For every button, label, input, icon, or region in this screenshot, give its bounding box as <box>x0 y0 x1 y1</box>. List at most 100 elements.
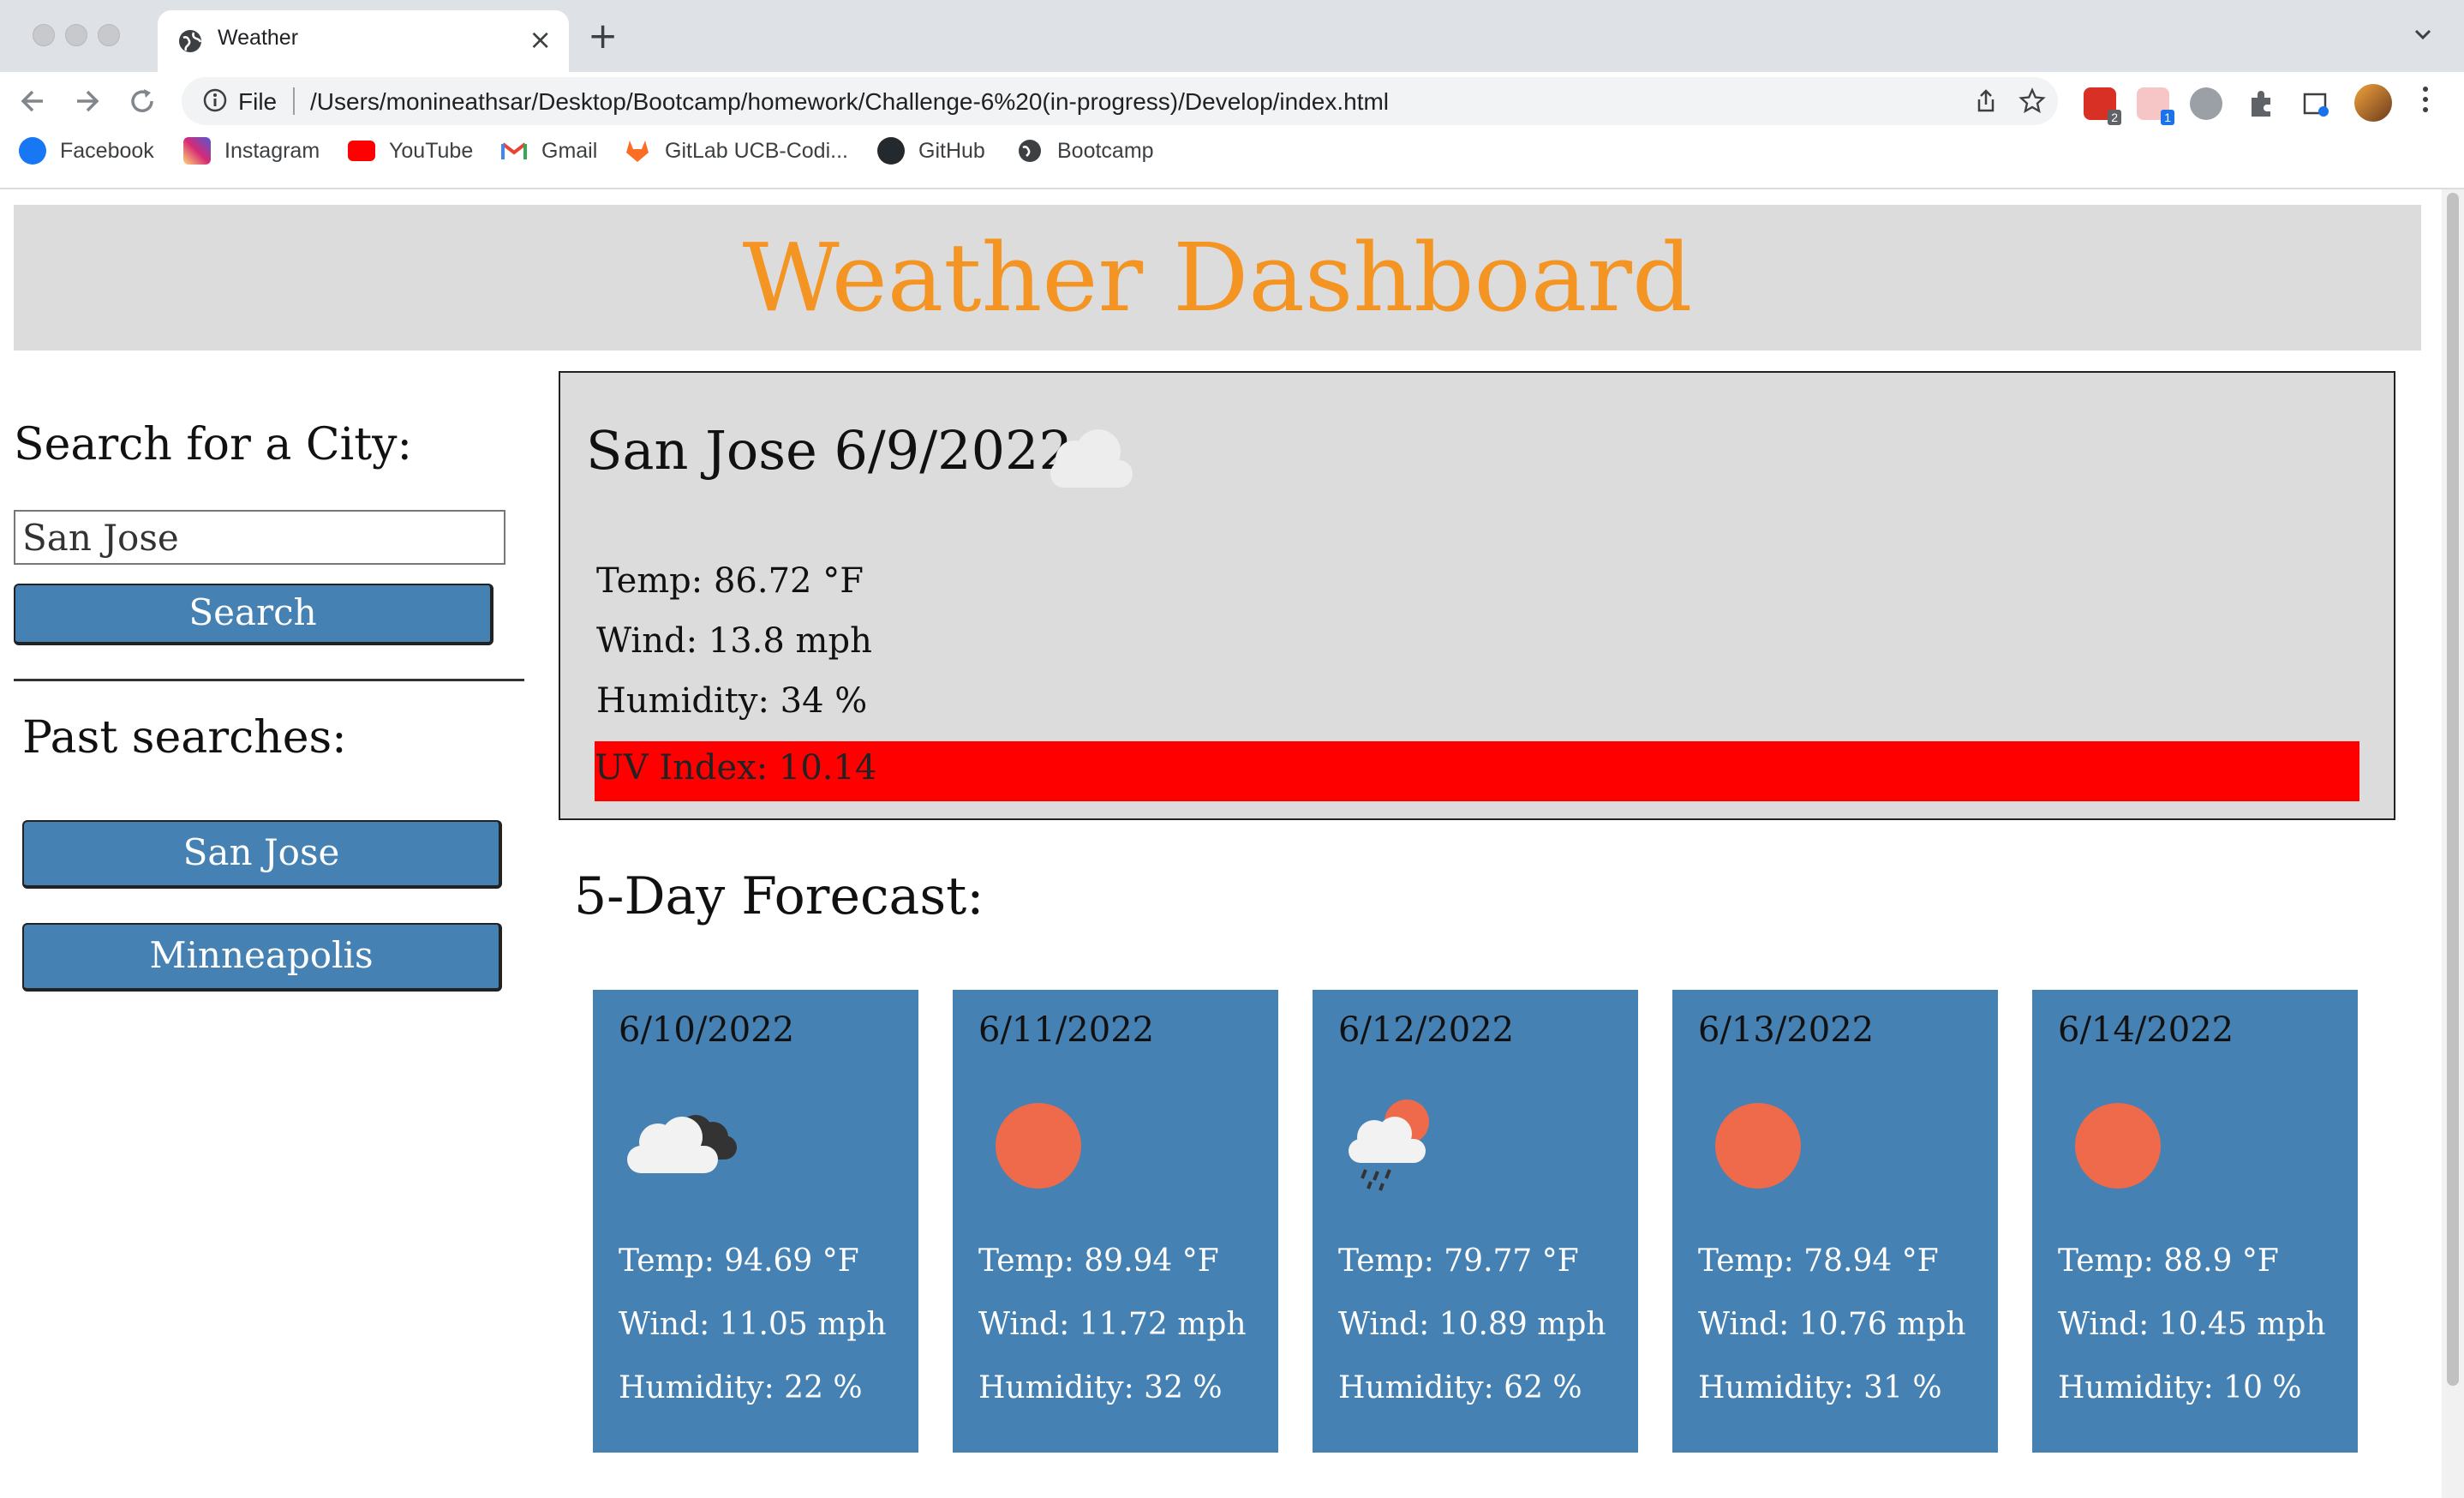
tab-search-chevron-icon[interactable] <box>2411 22 2435 46</box>
bookmark-gmail[interactable]: Gmail <box>500 135 597 166</box>
forecast-temp: Temp: 88.9 °F <box>2058 1243 2279 1279</box>
bookmark-label: GitHub <box>918 138 985 163</box>
bookmarks-bar: Facebook Instagram YouTube Gmail GitLab … <box>0 127 2464 175</box>
forecast-humidity: Humidity: 31 % <box>1698 1370 1942 1405</box>
extension-reel-icon[interactable] <box>2190 87 2222 120</box>
forecast-humidity: Humidity: 32 % <box>978 1370 1223 1405</box>
bookmark-youtube[interactable]: YouTube <box>348 135 473 166</box>
reading-list-icon[interactable] <box>2300 87 2332 120</box>
forecast-card: 6/12/2022 Temp: 79.77 °F Wind: 10.89 mph… <box>1313 990 1638 1453</box>
url-text[interactable]: /Users/monineathsar/Desktop/Bootcamp/hom… <box>310 88 1389 116</box>
forecast-wind: Wind: 10.89 mph <box>1338 1307 1606 1342</box>
extensions-puzzle-icon[interactable] <box>2245 87 2277 120</box>
forecast-wind: Wind: 10.76 mph <box>1698 1307 1966 1342</box>
bookmark-instagram[interactable]: Instagram <box>183 135 320 166</box>
file-scheme-label: File <box>238 88 278 115</box>
browser-toolbar: File /Users/monineathsar/Desktop/Bootcam… <box>0 72 2464 201</box>
back-icon[interactable] <box>17 84 48 118</box>
forecast-humidity: Humidity: 10 % <box>2058 1370 2302 1405</box>
current-weather-panel: San Jose 6/9/2022 Temp: 86.72 °F Wind: 1… <box>559 371 2395 820</box>
tab-weather[interactable]: Weather × <box>158 10 569 72</box>
youtube-icon <box>348 141 375 161</box>
current-temp: Temp: 86.72 °F <box>596 561 864 601</box>
page-viewport: Weather Dashboard Search for a City: Sea… <box>0 189 2442 1498</box>
menu-kebab-icon[interactable] <box>2421 84 2430 115</box>
bookmark-label: Facebook <box>60 138 154 163</box>
forecast-temp: Temp: 94.69 °F <box>619 1243 859 1279</box>
reload-icon[interactable] <box>127 84 158 118</box>
forecast-humidity: Humidity: 62 % <box>1338 1370 1582 1405</box>
cloud-icon <box>1050 429 1133 488</box>
extension-badge: 1 <box>2161 110 2174 125</box>
forecast-humidity: Humidity: 22 % <box>619 1370 863 1405</box>
past-search-san-jose-button[interactable]: San Jose <box>22 820 502 889</box>
facebook-icon <box>19 137 46 165</box>
uv-index: UV Index: 10.14 <box>595 748 877 788</box>
forecast-temp: Temp: 89.94 °F <box>978 1243 1219 1279</box>
forecast-date: 6/14/2022 <box>2058 1010 2234 1050</box>
share-icon[interactable] <box>1972 87 2000 115</box>
github-icon <box>877 137 905 165</box>
bookmark-label: Instagram <box>224 138 320 163</box>
cloudy-icon <box>627 1115 737 1173</box>
tab-close-icon[interactable]: × <box>529 22 552 57</box>
sun-icon <box>1715 1103 1801 1189</box>
past-search-minneapolis-button[interactable]: Minneapolis <box>22 923 502 992</box>
forecast-card: 6/13/2022 Temp: 78.94 °F Wind: 10.76 mph… <box>1672 990 1998 1453</box>
bookmark-label: GitLab UCB-Codi... <box>665 138 848 163</box>
past-searches-label: Past searches: <box>22 712 347 764</box>
window-zoom-button[interactable] <box>98 24 120 46</box>
window-minimize-button[interactable] <box>65 24 87 46</box>
page-scrollbar[interactable] <box>2442 189 2464 1498</box>
forecast-card: 6/14/2022 Temp: 88.9 °F Wind: 10.45 mph … <box>2032 990 2358 1453</box>
bookmark-gitlab[interactable]: GitLab UCB-Codi... <box>624 135 848 166</box>
info-icon[interactable] <box>202 87 228 113</box>
forecast-wind: Wind: 10.45 mph <box>2058 1307 2326 1342</box>
sun-icon <box>996 1103 1081 1189</box>
new-tab-button[interactable]: + <box>588 18 618 54</box>
page-header: Weather Dashboard <box>14 205 2421 351</box>
globe-icon <box>179 30 202 52</box>
current-humidity: Humidity: 34 % <box>596 681 868 721</box>
rain-icon <box>1349 1100 1429 1191</box>
sidebar-divider <box>14 679 524 681</box>
bookmark-label: Gmail <box>541 138 598 163</box>
instagram-icon <box>183 137 211 165</box>
bookmark-bootcamp[interactable]: Bootcamp <box>1016 135 1154 166</box>
current-city-heading: San Jose 6/9/2022 <box>586 419 1073 482</box>
profile-avatar[interactable] <box>2354 84 2392 122</box>
forecast-wind: Wind: 11.72 mph <box>978 1307 1247 1342</box>
gmail-icon <box>501 142 527 159</box>
tab-strip: Weather × + <box>0 0 2464 72</box>
forecast-card: 6/10/2022 Temp: 94.69 °F Wind: 11.05 mph… <box>593 990 918 1453</box>
search-input[interactable] <box>14 510 505 565</box>
bookmark-label: Bootcamp <box>1057 138 1154 163</box>
scrollbar-thumb[interactable] <box>2447 193 2459 1386</box>
globe-icon <box>1019 140 1041 162</box>
current-wind: Wind: 13.8 mph <box>596 621 872 661</box>
extension-red-icon[interactable]: 2 <box>2084 87 2121 125</box>
uv-index-bar: UV Index: 10.14 <box>595 741 2359 801</box>
window-close-button[interactable] <box>33 24 55 46</box>
extension-pink-icon[interactable]: 1 <box>2137 87 2174 125</box>
forecast-date: 6/10/2022 <box>619 1010 795 1050</box>
bookmark-facebook[interactable]: Facebook <box>19 135 154 166</box>
forecast-date: 6/12/2022 <box>1338 1010 1515 1050</box>
search-button[interactable]: Search <box>14 584 493 645</box>
forecast-date: 6/11/2022 <box>978 1010 1155 1050</box>
forecast-title: 5-Day Forecast: <box>574 866 984 926</box>
forecast-wind: Wind: 11.05 mph <box>619 1307 887 1342</box>
sun-icon <box>2075 1103 2161 1189</box>
bookmark-label: YouTube <box>389 138 474 163</box>
forward-icon[interactable] <box>72 84 103 118</box>
forecast-temp: Temp: 79.77 °F <box>1338 1243 1579 1279</box>
page-title: Weather Dashboard <box>742 223 1693 333</box>
extension-badge: 2 <box>2108 110 2121 125</box>
address-bar[interactable]: File /Users/monineathsar/Desktop/Bootcam… <box>182 77 2058 125</box>
bookmark-github[interactable]: GitHub <box>877 135 985 166</box>
omnibox-divider <box>293 87 295 115</box>
bookmark-star-icon[interactable] <box>2018 87 2046 115</box>
forecast-temp: Temp: 78.94 °F <box>1698 1243 1939 1279</box>
search-label: Search for a City: <box>14 419 413 470</box>
forecast-card: 6/11/2022 Temp: 89.94 °F Wind: 11.72 mph… <box>953 990 1278 1453</box>
